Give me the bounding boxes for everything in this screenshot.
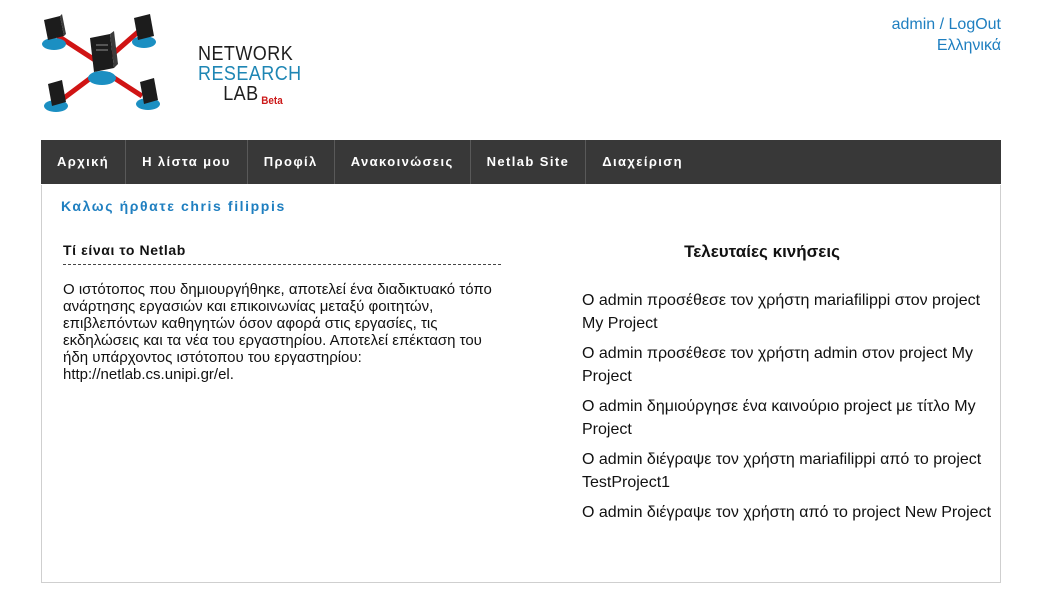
- logout-link[interactable]: LogOut: [949, 16, 1001, 33]
- nav-item-administration[interactable]: Διαχείριση: [586, 140, 699, 184]
- recent-activity-list: Ο admin προσέθεσε τον χρήστη mariafilipp…: [582, 289, 992, 531]
- about-heading: Τί είναι το Netlab: [63, 242, 501, 265]
- nav-item-home[interactable]: Αρχική: [41, 140, 127, 184]
- activity-item: Ο admin προσέθεσε τον χρήστη mariafilipp…: [582, 292, 981, 332]
- activity-item: Ο admin δημιούργησε ένα καινούριο projec…: [582, 398, 976, 438]
- logo-wordmark: NETWORK RESEARCH LAB Beta: [198, 44, 313, 111]
- activity-item: Ο admin διέγραψε τον χρήστη mariafilippi…: [582, 451, 982, 491]
- logo-line-research: RESEARCH: [198, 63, 302, 85]
- about-text: Ο ιστότοπος που δημιουργήθηκε, αποτελεί …: [63, 281, 492, 383]
- network-icon: [42, 14, 160, 112]
- beta-label: Beta: [261, 95, 283, 107]
- network-research-lab-logo[interactable]: NETWORK RESEARCH LAB Beta: [40, 14, 301, 118]
- link-separator: /: [939, 16, 945, 33]
- nav-item-profile[interactable]: Προφίλ: [248, 140, 335, 184]
- activity-item: Ο admin διέγραψε τον χρήστη από το proje…: [582, 504, 992, 521]
- nav-item-announcements[interactable]: Ανακοινώσεις: [335, 140, 471, 184]
- user-logout-row: admin / LogOut: [892, 14, 1001, 35]
- user-links: admin / LogOut Ελληνικά: [892, 14, 1001, 56]
- logo-line-network: NETWORK: [198, 43, 294, 65]
- logo-line-lab: LAB Beta: [198, 84, 302, 111]
- username-link[interactable]: admin: [892, 16, 936, 33]
- language-link[interactable]: Ελληνικά: [937, 37, 1001, 54]
- content-panel: Καλως ήρθατε chris filippis Τί είναι το …: [41, 185, 1001, 583]
- nav-item-my-list[interactable]: Η λίστα μου: [126, 140, 248, 184]
- nav-item-netlab-site[interactable]: Netlab Site: [471, 140, 587, 184]
- logo-lab-text: LAB: [223, 83, 259, 105]
- welcome-message: Καλως ήρθατε chris filippis: [61, 198, 286, 214]
- activity-item: Ο admin προσέθεσε τον χρήστη admin στον …: [582, 345, 973, 385]
- main-navigation: Αρχική Η λίστα μου Προφίλ Ανακοινώσεις N…: [41, 140, 1001, 184]
- recent-activity-heading: Τελευταίες κινήσεις: [684, 242, 840, 261]
